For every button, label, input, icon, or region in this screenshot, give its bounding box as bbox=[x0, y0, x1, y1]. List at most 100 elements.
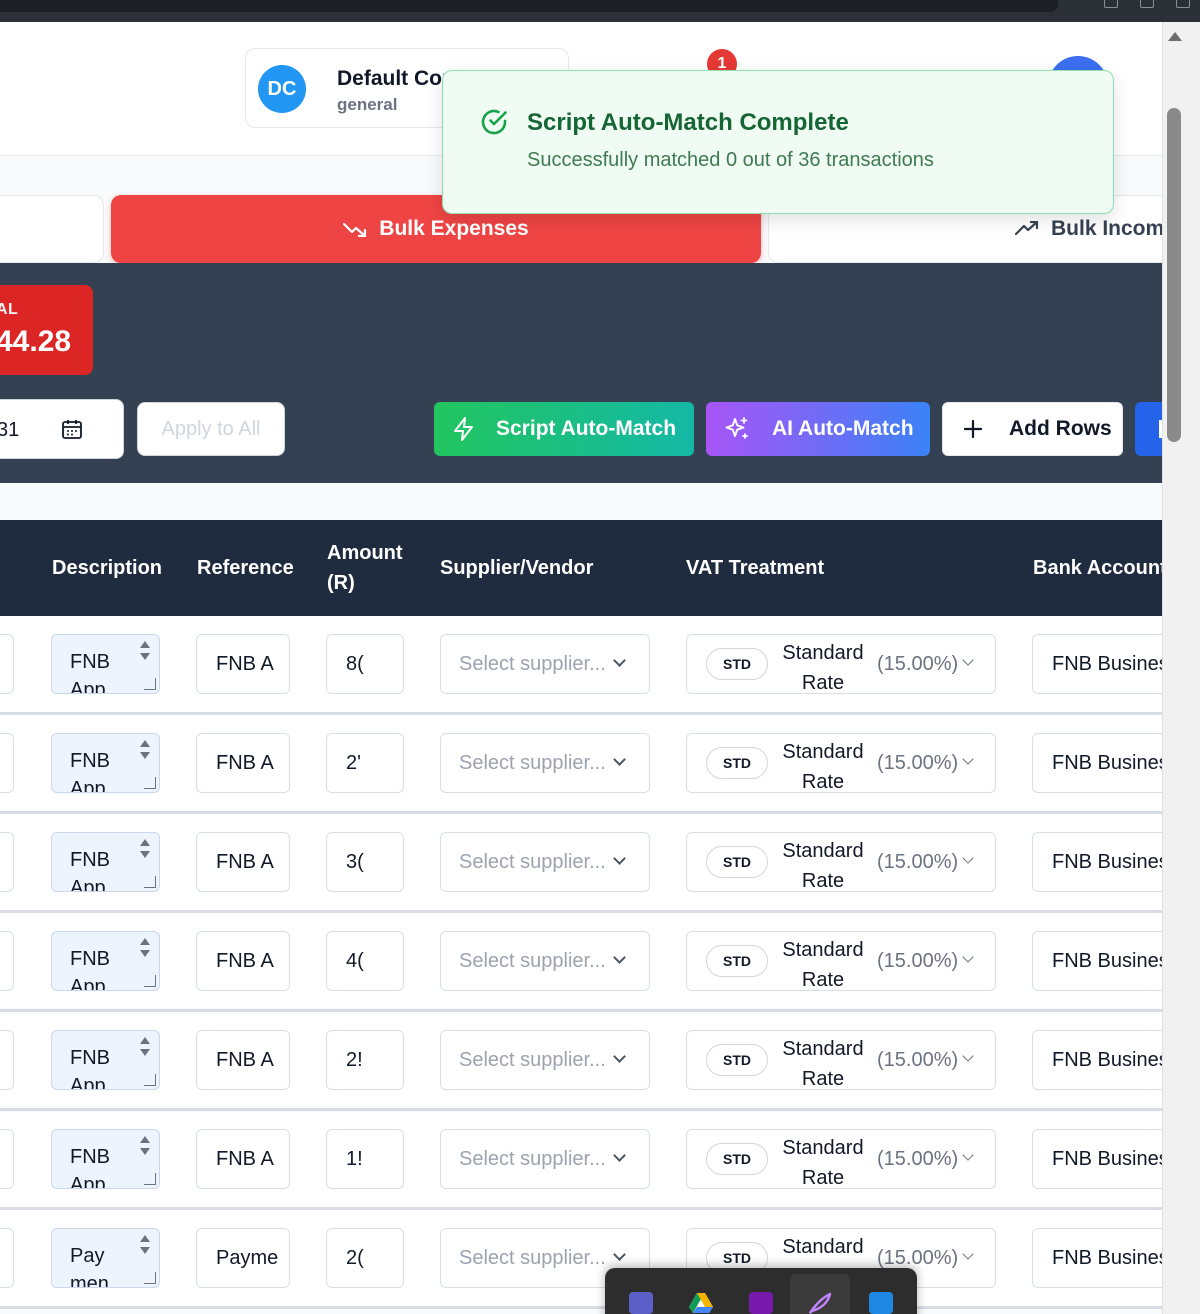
blue-action-button[interactable] bbox=[1135, 402, 1162, 456]
bank-account-select[interactable]: FNB Busines bbox=[1032, 832, 1162, 892]
ai-auto-match-button[interactable]: AI Auto-Match bbox=[706, 402, 930, 456]
table-row: FNB App FNB A 1! Select supplier... STD … bbox=[0, 1111, 1162, 1210]
calendar-icon[interactable] bbox=[61, 418, 83, 440]
reference-input[interactable]: FNB A bbox=[196, 931, 290, 991]
row-select-cell[interactable] bbox=[0, 832, 14, 892]
amount-input[interactable]: 2! bbox=[326, 1030, 404, 1090]
reference-input[interactable]: FNB A bbox=[196, 1129, 290, 1189]
amount-input[interactable]: 2( bbox=[326, 1228, 404, 1288]
date-input[interactable]: 31 bbox=[0, 399, 124, 459]
vat-name: Standard Rate bbox=[782, 840, 864, 892]
amount-input[interactable]: 4( bbox=[326, 931, 404, 991]
description-input[interactable]: FNB App bbox=[51, 1129, 160, 1189]
stepper-arrows-icon[interactable] bbox=[138, 1035, 152, 1065]
bank-account-select[interactable]: FNB Busines bbox=[1032, 931, 1162, 991]
vat-rate: (15.00%) bbox=[877, 1049, 959, 1071]
vat-treatment-select[interactable]: STD Standard Rate (15.00%) bbox=[686, 832, 996, 892]
reference-input[interactable]: Payme bbox=[196, 1228, 290, 1288]
reference-value: FNB A bbox=[216, 653, 274, 675]
store-icon[interactable] bbox=[869, 1292, 893, 1314]
bank-account-select[interactable]: FNB Busines bbox=[1032, 634, 1162, 694]
company-avatar: DC bbox=[258, 65, 306, 113]
supplier-placeholder: Select supplier... bbox=[459, 851, 606, 873]
description-input[interactable]: FNB App bbox=[51, 733, 160, 793]
vat-treatment-select[interactable]: STD Standard Rate (15.00%) bbox=[686, 733, 996, 793]
row-select-cell[interactable] bbox=[0, 634, 14, 694]
reference-input[interactable]: FNB A bbox=[196, 733, 290, 793]
feather-app-icon[interactable] bbox=[808, 1292, 832, 1314]
row-select-cell[interactable] bbox=[0, 1030, 14, 1090]
chevron-down-icon bbox=[962, 951, 974, 963]
script-auto-match-button[interactable]: Script Auto-Match bbox=[434, 402, 694, 456]
resize-handle-icon[interactable] bbox=[144, 876, 156, 888]
resize-handle-icon[interactable] bbox=[144, 1074, 156, 1086]
resize-handle-icon[interactable] bbox=[144, 1173, 156, 1185]
tab-left-cut[interactable] bbox=[0, 195, 104, 263]
supplier-select[interactable]: Select supplier... bbox=[440, 733, 650, 793]
description-input[interactable]: FNB App bbox=[51, 634, 160, 694]
description-input[interactable]: FNB App bbox=[51, 931, 160, 991]
description-input[interactable]: FNB App bbox=[51, 832, 160, 892]
row-select-cell[interactable] bbox=[0, 733, 14, 793]
scroll-up-arrow-icon[interactable] bbox=[1168, 32, 1182, 41]
reference-input[interactable]: FNB A bbox=[196, 832, 290, 892]
reference-value: FNB A bbox=[216, 1148, 274, 1170]
vat-treatment-select[interactable]: STD Standard Rate (15.00%) bbox=[686, 634, 996, 694]
apply-to-all-button[interactable]: Apply to All bbox=[137, 402, 285, 456]
chevron-down-icon bbox=[613, 1050, 626, 1063]
reference-value: FNB A bbox=[216, 851, 274, 873]
vertical-scrollbar[interactable] bbox=[1162, 22, 1200, 1314]
amount-input[interactable]: 8( bbox=[326, 634, 404, 694]
onenote-icon[interactable] bbox=[749, 1292, 773, 1314]
bank-account-select[interactable]: FNB Busines bbox=[1032, 1030, 1162, 1090]
stepper-arrows-icon[interactable] bbox=[138, 639, 152, 669]
amount-input[interactable]: 1! bbox=[326, 1129, 404, 1189]
bank-account-select[interactable]: FNB Busines bbox=[1032, 733, 1162, 793]
scroll-thumb[interactable] bbox=[1167, 108, 1181, 442]
google-drive-icon[interactable] bbox=[689, 1292, 713, 1314]
pen-icon[interactable] bbox=[1140, 0, 1154, 8]
reference-input[interactable]: FNB A bbox=[196, 1030, 290, 1090]
add-rows-button[interactable]: Add Rows bbox=[942, 402, 1123, 456]
resize-handle-icon[interactable] bbox=[144, 678, 156, 690]
amount-input[interactable]: 3( bbox=[326, 832, 404, 892]
description-input[interactable]: Pay men bbox=[51, 1228, 160, 1288]
table-row: Pay men Payme 2( Select supplier... STD … bbox=[0, 1210, 1162, 1309]
supplier-select[interactable]: Select supplier... bbox=[440, 832, 650, 892]
reference-input[interactable]: FNB A bbox=[196, 634, 290, 694]
total-label: AL bbox=[0, 301, 19, 318]
description-input[interactable]: FNB App bbox=[51, 1030, 160, 1090]
supplier-select[interactable]: Select supplier... bbox=[440, 1129, 650, 1189]
supplier-select[interactable]: Select supplier... bbox=[440, 634, 650, 694]
resize-handle-icon[interactable] bbox=[144, 1272, 156, 1284]
table-row: FNB App FNB A 3( Select supplier... STD … bbox=[0, 814, 1162, 913]
vat-treatment-select[interactable]: STD Standard Rate (15.00%) bbox=[686, 931, 996, 991]
stepper-arrows-icon[interactable] bbox=[138, 1134, 152, 1164]
resize-handle-icon[interactable] bbox=[144, 975, 156, 987]
stepper-arrows-icon[interactable] bbox=[138, 936, 152, 966]
amount-input[interactable]: 2' bbox=[326, 733, 404, 793]
row-select-cell[interactable] bbox=[0, 1129, 14, 1189]
stepper-arrows-icon[interactable] bbox=[138, 1233, 152, 1263]
resize-handle-icon[interactable] bbox=[144, 777, 156, 789]
tab-icon[interactable] bbox=[1176, 0, 1190, 8]
vat-treatment-select[interactable]: STD Standard Rate (15.00%) bbox=[686, 1030, 996, 1090]
window-icon[interactable] bbox=[1104, 0, 1118, 8]
supplier-select[interactable]: Select supplier... bbox=[440, 931, 650, 991]
vat-code-badge: STD bbox=[706, 747, 768, 779]
row-select-cell[interactable] bbox=[0, 1228, 14, 1288]
stepper-arrows-icon[interactable] bbox=[138, 738, 152, 768]
description-value: FNB bbox=[70, 1047, 110, 1069]
bank-account-select[interactable]: FNB Busines bbox=[1032, 1129, 1162, 1189]
header-reference: Reference bbox=[197, 557, 294, 579]
vat-name: Standard Rate bbox=[782, 1038, 864, 1090]
supplier-select[interactable]: Select supplier... bbox=[440, 1030, 650, 1090]
vat-code-badge: STD bbox=[706, 846, 768, 878]
row-select-cell[interactable] bbox=[0, 931, 14, 991]
stepper-arrows-icon[interactable] bbox=[138, 837, 152, 867]
bank-account-select[interactable]: FNB Busines bbox=[1032, 1228, 1162, 1288]
amount-value: 3( bbox=[346, 851, 364, 873]
teams-icon[interactable] bbox=[629, 1292, 653, 1314]
vat-treatment-select[interactable]: STD Standard Rate (15.00%) bbox=[686, 1129, 996, 1189]
supplier-placeholder: Select supplier... bbox=[459, 1247, 606, 1269]
